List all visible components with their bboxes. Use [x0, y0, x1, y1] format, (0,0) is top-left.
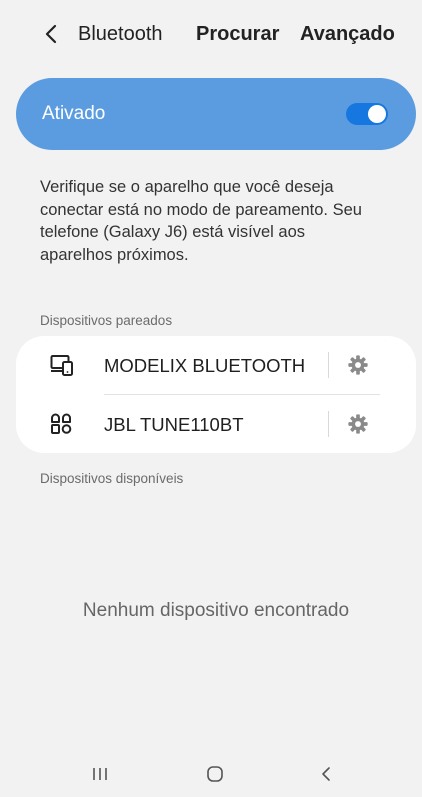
home-button[interactable]	[195, 760, 235, 788]
pairing-description: Verifique se o aparelho que você deseja …	[40, 178, 362, 264]
gear-icon[interactable]	[347, 413, 369, 435]
device-name: JBL TUNE110BT	[104, 414, 244, 435]
paired-device-row[interactable]: JBL TUNE110BT	[16, 395, 416, 453]
back-icon	[322, 767, 330, 781]
divider	[328, 411, 329, 437]
advanced-button[interactable]: Avançado	[300, 20, 395, 48]
divider	[328, 352, 329, 378]
available-section-title: Dispositivos disponíveis	[40, 471, 184, 486]
switch-knob	[368, 105, 386, 123]
headset-icon	[51, 413, 72, 434]
recent-apps-button[interactable]	[80, 760, 120, 788]
paired-devices-list: MODELIX BLUETOOTH JBL TUNE110BT	[16, 336, 416, 453]
paired-device-row[interactable]: MODELIX BLUETOOTH	[16, 336, 416, 395]
app-header: Bluetooth Procurar Avançado	[0, 0, 422, 68]
back-button[interactable]	[38, 20, 64, 48]
device-name: MODELIX BLUETOOTH	[104, 355, 306, 376]
gear-icon[interactable]	[347, 354, 369, 376]
chevron-left-icon	[45, 24, 57, 44]
nav-back-button[interactable]	[306, 760, 346, 788]
bluetooth-toggle-card[interactable]: Ativado	[16, 78, 416, 150]
empty-state-text: Nenhum dispositivo encontrado	[82, 600, 350, 621]
page-title: Bluetooth	[78, 23, 163, 45]
recent-apps-icon	[93, 768, 107, 780]
bluetooth-switch[interactable]	[346, 103, 388, 125]
search-button[interactable]: Procurar	[196, 20, 279, 48]
paired-section-title: Dispositivos pareados	[40, 313, 173, 328]
toggle-label: Ativado	[42, 103, 106, 124]
devices-icon	[50, 355, 73, 376]
home-icon	[207, 766, 223, 782]
